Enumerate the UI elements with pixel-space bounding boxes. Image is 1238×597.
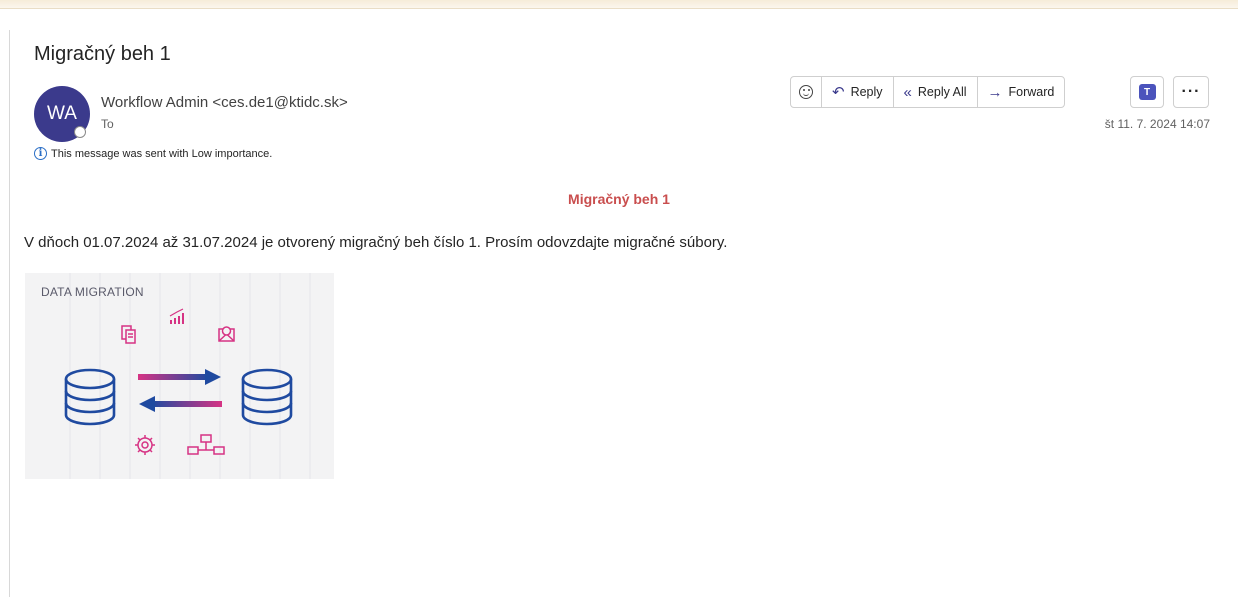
emoji-icon (799, 85, 813, 99)
window-top-bar (0, 0, 1238, 9)
forward-icon: → (987, 83, 1003, 101)
info-icon: i (34, 147, 47, 160)
react-button[interactable] (791, 77, 822, 107)
sent-date: št 11. 7. 2024 14:07 (1104, 117, 1210, 131)
reply-all-label: Reply All (917, 85, 967, 99)
body-paragraph: V dňoch 01.07.2024 až 31.07.2024 je otvo… (24, 234, 728, 251)
data-migration-illustration (64, 273, 311, 479)
reply-button[interactable]: ↶ Reply (822, 77, 894, 107)
email-subject: Migračný beh 1 (34, 43, 171, 65)
document-icon (121, 325, 136, 344)
teams-button[interactable]: T (1130, 76, 1164, 108)
more-icon: ··· (1181, 83, 1201, 100)
message-actions-toolbar: ↶ Reply « Reply All → Forward (790, 76, 1066, 108)
reply-all-icon: « (903, 83, 912, 101)
arrow-left-icon (139, 396, 222, 412)
reading-pane-border (9, 30, 10, 597)
importance-notice-text: This message was sent with Low importanc… (51, 147, 273, 160)
database-icon (64, 368, 116, 426)
body-heading: Migračný beh 1 (568, 191, 670, 207)
more-actions-button[interactable]: ··· (1173, 76, 1209, 108)
arrow-right-icon (138, 369, 221, 385)
reply-all-button[interactable]: « Reply All (894, 77, 978, 107)
chart-icon (169, 308, 184, 324)
image-title: DATA MIGRATION (41, 285, 144, 299)
forward-button[interactable]: → Forward (978, 77, 1065, 107)
avatar-initials: WA (47, 103, 77, 124)
reply-icon: ↶ (832, 83, 845, 101)
recipients-label: To (101, 117, 114, 131)
reply-label: Reply (850, 85, 883, 99)
teams-icon: T (1138, 84, 1156, 100)
importance-notice: i This message was sent with Low importa… (34, 147, 272, 160)
forward-label: Forward (1008, 85, 1055, 99)
email-icon (218, 326, 235, 342)
presence-status-icon (74, 126, 86, 138)
sender-name[interactable]: Workflow Admin <ces.de1@ktidc.sk> (101, 94, 348, 111)
gear-icon (135, 435, 155, 455)
network-icon (187, 434, 225, 455)
data-migration-image: DATA MIGRATION (25, 273, 334, 479)
